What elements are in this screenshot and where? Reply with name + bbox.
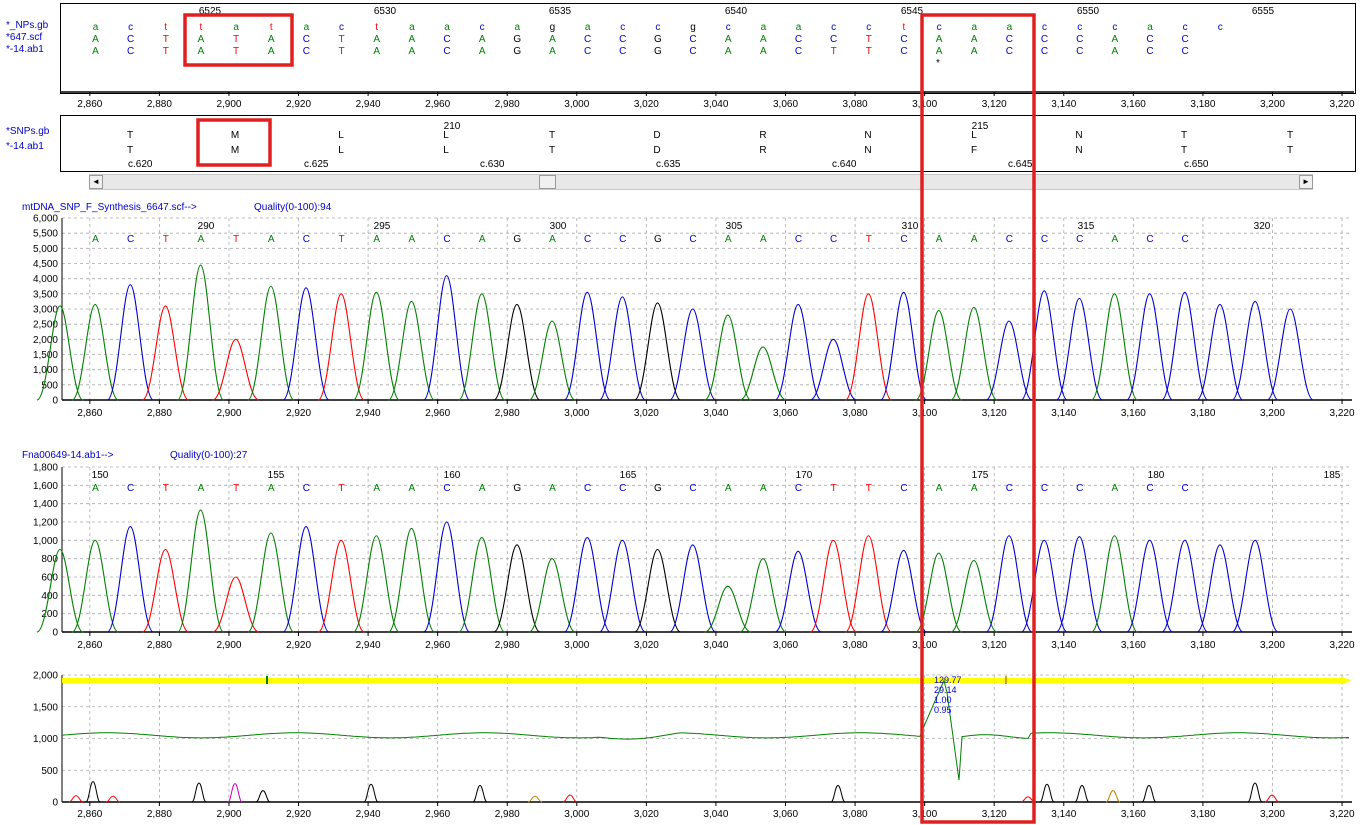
quality-bump bbox=[191, 782, 207, 803]
quality-bump bbox=[105, 795, 121, 803]
quality-bump bbox=[1247, 782, 1263, 803]
quality-annotation: 0.95 bbox=[934, 705, 952, 715]
y-tick-label: 1,500 bbox=[33, 702, 58, 713]
y-tick-label: 500 bbox=[41, 766, 58, 777]
x-tick-label: 2,960 bbox=[425, 809, 450, 820]
x-tick-label: 3,020 bbox=[634, 809, 659, 820]
quality-bump bbox=[562, 794, 578, 803]
quality-annotation: 29.14 bbox=[934, 685, 957, 695]
quality-chart[interactable]: 0 500 1,000 1,500 2,000 2,860 2,880 2,900 2,920 2… bbox=[0, 0, 1371, 825]
quality-annotation: 1.00 bbox=[934, 695, 952, 705]
quality-bump bbox=[1141, 784, 1157, 803]
y-tick-label: 0 bbox=[52, 798, 58, 809]
quality-bar-arrow bbox=[1341, 676, 1351, 685]
x-tick-label: 3,160 bbox=[1121, 809, 1146, 820]
x-tick-label: 3,120 bbox=[982, 809, 1007, 820]
quality-bump bbox=[472, 784, 488, 803]
x-tick-label: 3,220 bbox=[1330, 809, 1355, 820]
quality-bump bbox=[1039, 783, 1055, 803]
quality-bump bbox=[830, 784, 846, 803]
quality-bar bbox=[62, 678, 1345, 683]
quality-bump bbox=[227, 783, 243, 803]
x-tick-label: 3,040 bbox=[703, 809, 728, 820]
x-tick-label: 3,080 bbox=[843, 809, 868, 820]
quality-bump bbox=[68, 795, 84, 803]
x-tick-label: 2,940 bbox=[356, 809, 381, 820]
quality-bump bbox=[255, 790, 271, 803]
y-tick-label: 2,000 bbox=[33, 671, 58, 682]
quality-bump bbox=[1074, 784, 1090, 803]
x-tick-label: 3,000 bbox=[564, 809, 589, 820]
quality-bump bbox=[85, 781, 101, 803]
x-tick-label: 2,900 bbox=[216, 809, 241, 820]
quality-curve bbox=[61, 678, 1350, 781]
x-tick-label: 2,880 bbox=[147, 809, 172, 820]
quality-bump bbox=[527, 795, 543, 803]
x-tick-label: 2,920 bbox=[286, 809, 311, 820]
x-tick-label: 3,060 bbox=[773, 809, 798, 820]
quality-annotation: 129.77 bbox=[934, 675, 962, 685]
y-tick-label: 1,000 bbox=[33, 734, 58, 745]
x-tick-label: 3,140 bbox=[1051, 809, 1076, 820]
quality-bump bbox=[1105, 790, 1121, 803]
x-tick-label: 3,100 bbox=[912, 809, 937, 820]
x-tick-label: 2,980 bbox=[495, 809, 520, 820]
x-tick-label: 2,860 bbox=[77, 809, 102, 820]
x-tick-label: 3,180 bbox=[1190, 809, 1215, 820]
quality-bump bbox=[1264, 794, 1280, 803]
x-tick-label: 3,200 bbox=[1260, 809, 1285, 820]
quality-bump bbox=[363, 783, 379, 803]
quality-bump bbox=[1020, 796, 1036, 803]
